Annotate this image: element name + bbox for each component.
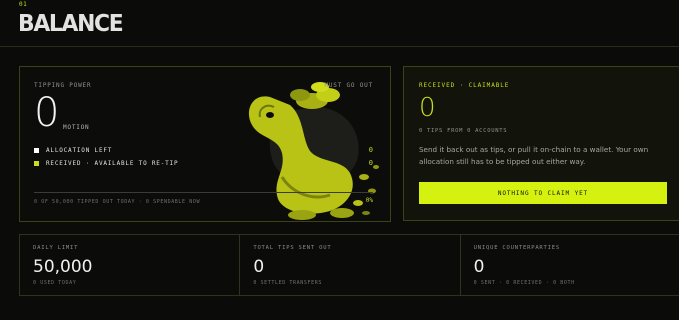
legend-label: RECEIVED · AVAILABLE TO RE-TIP — [46, 160, 179, 167]
stat-sub: 0 SENT · 0 RECEIVED · 0 BOTH — [473, 280, 575, 286]
tipping-power-label: TIPPING POWER — [34, 82, 92, 89]
tipping-footnote: 0 OF 50,000 TIPPED OUT TODAY · 0 SPENDAB… — [34, 199, 201, 205]
legend-label: ALLOCATION LEFT — [46, 147, 113, 154]
claim-button[interactable]: NOTHING TO CLAIM YET — [419, 182, 667, 204]
received-value: 0 — [419, 93, 436, 123]
tipping-power-value: 0 — [34, 90, 60, 136]
tipping-power-card: TIPPING POWER MUST GO OUT 0 MOTION ALLOC… — [19, 66, 391, 222]
stat-sub: 0 SETTLED TRANSFERS — [253, 280, 322, 286]
received-description: Send it back out as tips, or pull it on-… — [419, 145, 649, 166]
stat-label: UNIQUE COUNTERPARTIES — [473, 245, 560, 251]
stat-value: 50,000 — [33, 257, 93, 277]
must-go-out-label: MUST GO OUT — [324, 82, 373, 89]
stat-label: DAILY LIMIT — [33, 245, 79, 251]
received-tips-count: 0 TIPS FROM 0 ACCOUNTS — [419, 128, 508, 134]
legend-allocation-value: 0 — [368, 146, 373, 154]
stats-row: DAILY LIMIT 50,000 0 USED TODAY TOTAL TI… — [19, 234, 679, 296]
legend-swatch-accent — [34, 161, 39, 166]
stat-sub: 0 USED TODAY — [33, 280, 77, 286]
received-label: RECEIVED · CLAIMABLE — [419, 82, 510, 89]
stat-value: 0 — [253, 257, 265, 277]
stat-daily-limit: DAILY LIMIT 50,000 0 USED TODAY — [20, 235, 241, 295]
tipping-power-unit: MOTION — [63, 124, 90, 131]
tipping-footnote-value: 0% — [365, 197, 373, 204]
stat-total-tips-sent: TOTAL TIPS SENT OUT 0 0 SETTLED TRANSFER… — [240, 235, 461, 295]
legend-swatch-white — [34, 148, 39, 153]
stat-value: 0 — [473, 257, 485, 277]
stat-unique-counterparties: UNIQUE COUNTERPARTIES 0 0 SENT · 0 RECEI… — [461, 235, 679, 295]
legend-received-value: 0 — [368, 159, 373, 167]
stat-label: TOTAL TIPS SENT OUT — [253, 245, 332, 251]
received-claimable-card: RECEIVED · CLAIMABLE 0 0 TIPS FROM 0 ACC… — [403, 66, 679, 221]
coin-sack-illustration — [248, 82, 379, 220]
tipping-progress-bar — [34, 192, 373, 193]
section-number: 01 — [19, 1, 28, 8]
legend-allocation-left: ALLOCATION LEFT — [34, 147, 112, 154]
legend-received: RECEIVED · AVAILABLE TO RE-TIP — [34, 160, 178, 167]
title-divider — [0, 46, 679, 47]
section-title: BALANCE — [18, 11, 124, 37]
